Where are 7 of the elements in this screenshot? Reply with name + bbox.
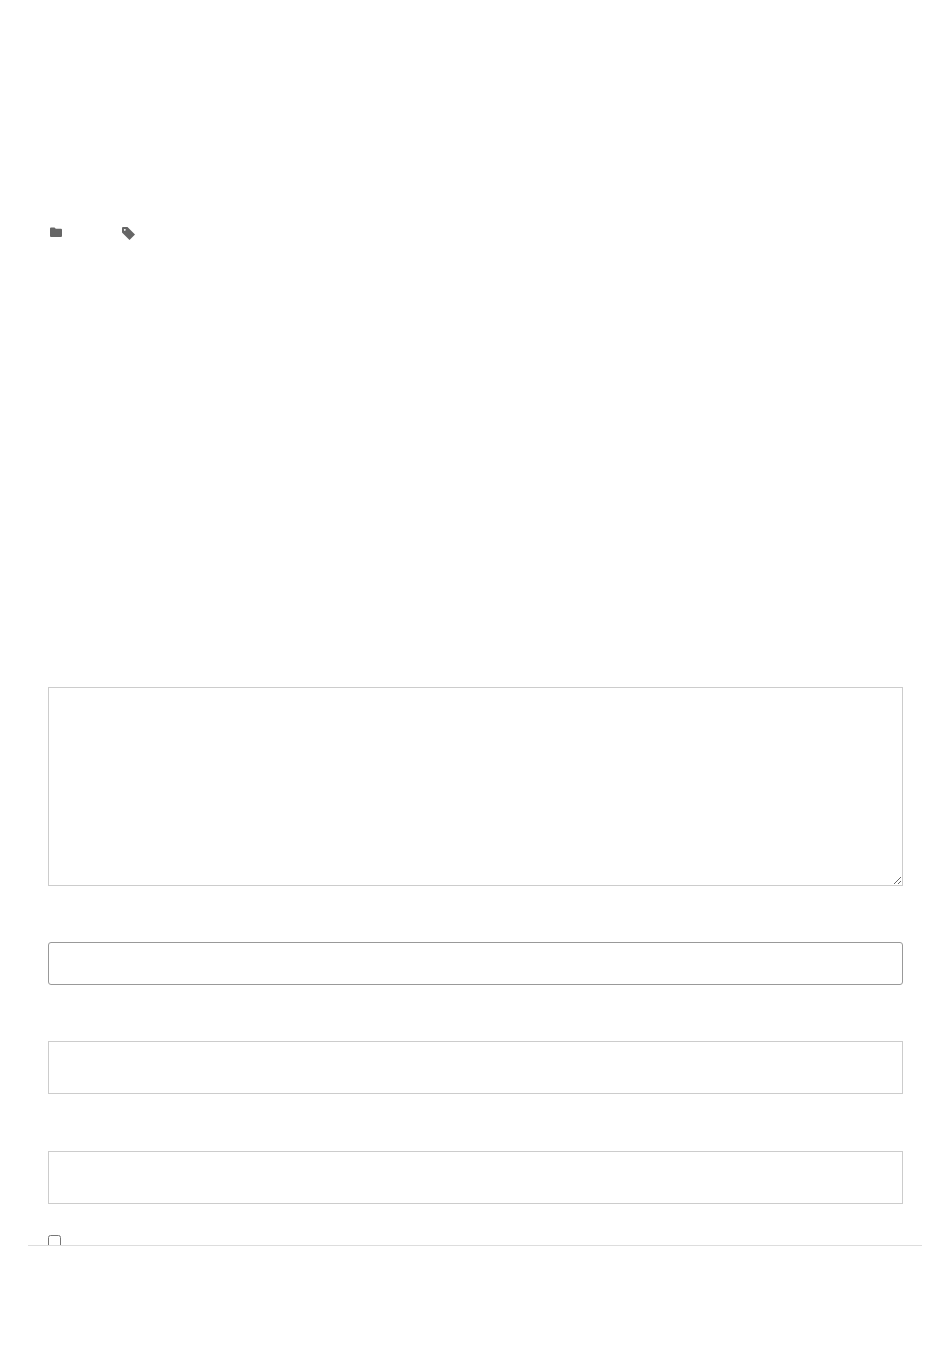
input-field[interactable] xyxy=(48,1151,903,1204)
tag-icon xyxy=(122,227,135,240)
folder-icon xyxy=(50,227,62,237)
select-field[interactable] xyxy=(48,942,903,985)
input-field[interactable] xyxy=(48,1041,903,1094)
consent-checkbox[interactable] xyxy=(48,1235,61,1245)
comment-field[interactable] xyxy=(48,687,903,886)
